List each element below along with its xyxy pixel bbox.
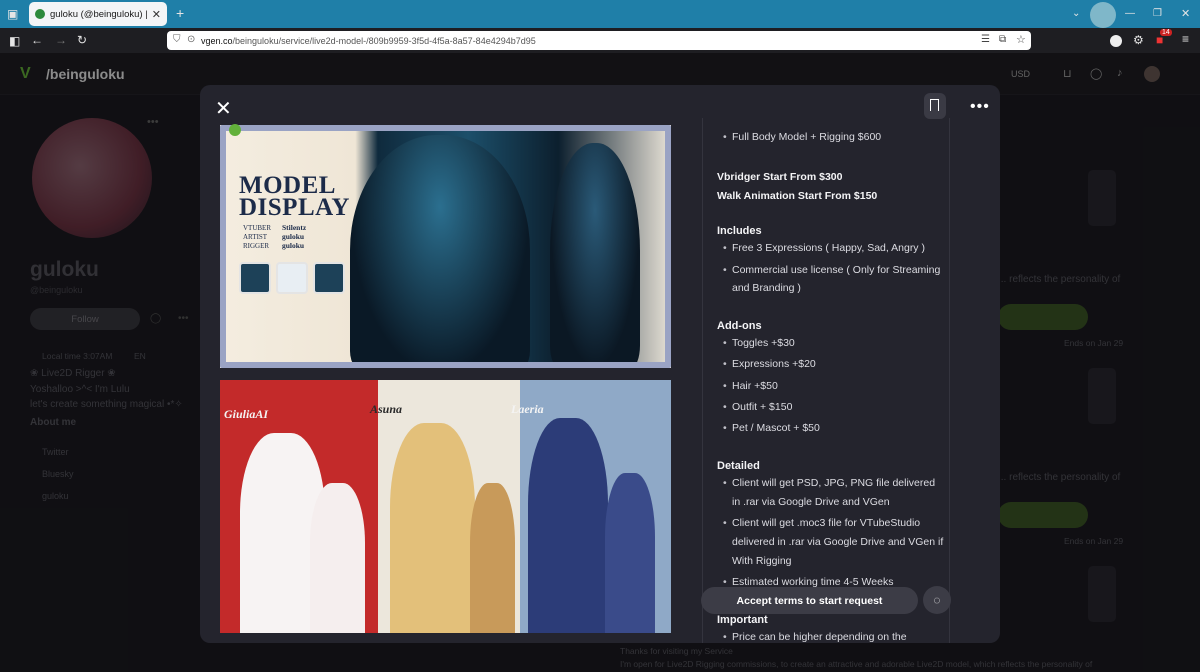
- addon-toggles: Toggles +$30: [723, 337, 795, 349]
- character-asuna-small: [470, 483, 515, 633]
- vgen-favicon-icon: [35, 9, 45, 19]
- detailed-item-2-cont: delivered in .rar via Google Drive and V…: [732, 536, 944, 548]
- browser-tab-active[interactable]: guloku (@beinguloku) | VGen ✕: [29, 2, 167, 26]
- row-value-rigger: guloku: [282, 241, 305, 250]
- thumbnail-2: [276, 262, 308, 294]
- addon-hair: Hair +$50: [723, 380, 778, 392]
- forward-icon[interactable]: →: [55, 34, 67, 46]
- extension-badge: 14: [1160, 29, 1172, 36]
- address-bar[interactable]: ⛉ ⊙ vgen.co/beinguloku/service/live2d-mo…: [167, 31, 1031, 50]
- row-label-rigger: RIGGER: [243, 242, 270, 250]
- menu-icon[interactable]: ≡: [1182, 33, 1189, 45]
- character-giulia-small: [310, 483, 365, 633]
- minimize-icon[interactable]: —: [1125, 8, 1135, 20]
- reload-icon[interactable]: ↻: [77, 34, 87, 46]
- includes-heading: Includes: [717, 225, 762, 237]
- close-window-icon[interactable]: ✕: [1181, 8, 1190, 20]
- name-asuna: Asuna: [370, 402, 403, 416]
- title-line2: DISPLAY: [239, 194, 350, 221]
- important-item-1: Price can be higher depending on the: [723, 631, 907, 643]
- character-laeria-small: [605, 473, 655, 633]
- reader-icon[interactable]: ☰: [981, 34, 990, 45]
- addon-expressions: Expressions +$20: [723, 358, 816, 370]
- chat-button[interactable]: ◌: [923, 586, 951, 614]
- profile-avatar[interactable]: [1090, 2, 1116, 28]
- bookmark-star-icon[interactable]: ☆: [1016, 33, 1026, 46]
- row-value-artist: guloku: [282, 232, 305, 241]
- url-host: vgen.co: [201, 35, 233, 46]
- screenshot-icon[interactable]: ⧉: [999, 34, 1006, 45]
- more-options-icon[interactable]: •••: [970, 98, 990, 116]
- bookmark-icon: [930, 99, 939, 111]
- url-path: /beinguloku/service/live2d-model-/809b99…: [232, 35, 536, 46]
- new-tab-icon[interactable]: +: [176, 6, 184, 20]
- character-showcase-image[interactable]: [220, 380, 671, 633]
- row-label-vtuber: VTUBER: [243, 224, 271, 232]
- extension-c-icon[interactable]: [1110, 35, 1122, 47]
- back-icon[interactable]: ←: [31, 34, 43, 46]
- model-display-title: MODEL DISPLAY: [239, 173, 350, 221]
- lock-icon: ⊙: [187, 34, 196, 45]
- vbridger-price: Vbridger Start From $300: [717, 171, 843, 183]
- character-laeria: [528, 418, 608, 633]
- detailed-item-2-cont2: With Rigging: [732, 555, 792, 567]
- name-laeria: Laeria: [511, 402, 544, 416]
- includes-item-2: Commercial use license ( Only for Stream…: [723, 264, 940, 276]
- sidebar-icon[interactable]: ◧: [9, 35, 20, 47]
- chat-bubble-icon: ◌: [933, 593, 941, 607]
- tab-overview-icon[interactable]: ▣: [7, 8, 18, 20]
- verified-check-icon: [229, 124, 241, 136]
- close-modal-icon[interactable]: ✕: [215, 96, 232, 121]
- includes-item-2-cont: and Branding ): [732, 282, 801, 294]
- row-value-vtuber: Stilentz: [282, 223, 307, 232]
- addons-heading: Add-ons: [717, 320, 762, 332]
- walk-animation-price: Walk Animation Start From $150: [717, 190, 878, 202]
- close-tab-icon[interactable]: ✕: [152, 8, 161, 21]
- thumbnail-1: [239, 262, 271, 294]
- shield-icon: ⛉: [173, 34, 181, 45]
- thumbnail-3: [313, 262, 345, 294]
- tab-list-chevron-icon[interactable]: ⌄: [1072, 8, 1080, 20]
- important-heading: Important: [717, 614, 768, 626]
- addon-outfit: Outfit + $150: [723, 401, 792, 413]
- detailed-heading: Detailed: [717, 460, 760, 472]
- extensions-puzzle-icon[interactable]: ⚙: [1133, 34, 1144, 46]
- addon-pet: Pet / Mascot + $50: [723, 422, 820, 434]
- detailed-item-2: Client will get .moc3 file for VTubeStud…: [723, 517, 920, 529]
- name-giulia: GiuliaAI: [224, 407, 269, 421]
- detailed-item-1-cont: in .rar via Google Drive and VGen: [732, 496, 890, 508]
- includes-item-1: Free 3 Expressions ( Happy, Sad, Angry ): [723, 242, 925, 254]
- character-asuna: [390, 423, 475, 633]
- pricing-item: Full Body Model + Rigging $600: [723, 131, 881, 143]
- bookmark-button[interactable]: [924, 93, 946, 119]
- detailed-item-1: Client will get PSD, JPG, PNG file deliv…: [723, 477, 935, 489]
- restore-icon[interactable]: ❐: [1153, 8, 1162, 20]
- browser-tab-bar: ▣ guloku (@beinguloku) | VGen ✕ + ⌄ — ❐ …: [0, 0, 1200, 28]
- accept-terms-button[interactable]: Accept terms to start request: [701, 587, 918, 614]
- row-label-artist: ARTIST: [243, 233, 268, 241]
- tab-title: guloku (@beinguloku) | VGen: [50, 8, 148, 20]
